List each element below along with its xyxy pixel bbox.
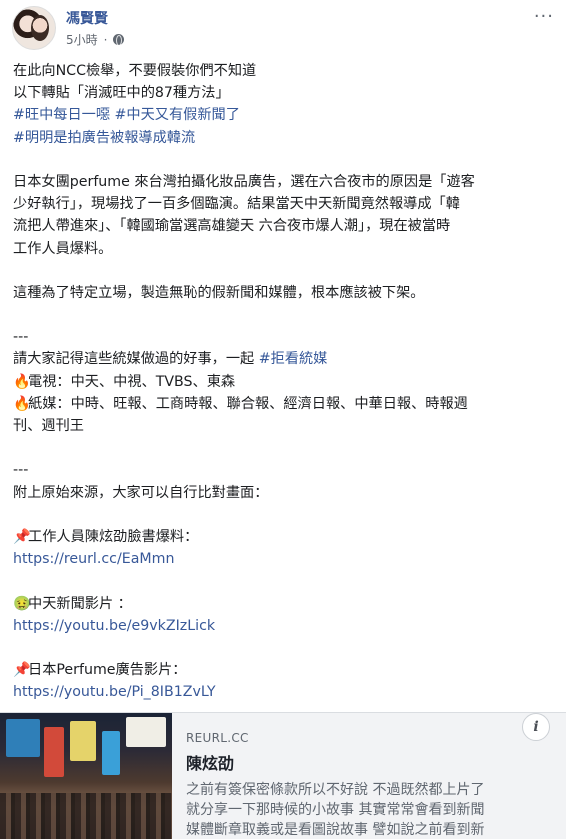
hashtag-line: #明明是拍廣告被報導成韓流	[13, 127, 553, 149]
post-text-line: 刊、週刊王	[13, 418, 84, 434]
post-text-line: 日本女團perfume 來台灣拍攝化妝品廣告，選在六合夜市的原因是「遊客	[13, 173, 475, 190]
sign-shape	[44, 727, 64, 777]
post-text: 紙媒：中時、旺報、工商時報、聯合報、經濟日報、中華日報、時報週	[28, 395, 468, 412]
preview-domain: REURL.CC	[186, 731, 249, 745]
sign-shape	[6, 719, 40, 757]
fire-icon: 🔥	[13, 373, 31, 390]
emoji-line: 📌日本Perfume廣告影片：	[13, 659, 553, 681]
hashtag-link[interactable]: #中天又有假新聞了	[115, 107, 240, 123]
url-line: https://youtu.be/Pi_8IB1ZvLY	[13, 681, 553, 703]
preview-description: 之前有簽保密條款所以不好說 不過既然都上片了 就分享一下那時候的小故事 其實常常會…	[186, 780, 552, 840]
post-meta: 5小時 ·	[66, 31, 125, 48]
more-options-icon[interactable]: ···	[534, 6, 554, 27]
hashtag-link[interactable]: #明明是拍廣告被報導成韓流	[13, 130, 195, 146]
sign-shape	[126, 717, 166, 747]
post-text-line: ---	[13, 329, 29, 346]
sign-shape	[70, 721, 96, 761]
sick-icon: 🤢	[13, 595, 31, 612]
fire-icon: 🔥	[13, 395, 31, 412]
preview-description-line: 就分享一下那時候的小故事 其實常常會看到新聞	[186, 802, 485, 818]
crowd-shape	[0, 793, 172, 839]
post-text-line: 流把人帶進來」、「韓國瑜當選高雄變天 六合夜市爆人潮」，現在被當時	[13, 218, 451, 235]
post-text: 工作人員陳炫劭臉書爆料：	[28, 528, 199, 545]
emoji-line: 🤢中天新聞影片 ：	[13, 593, 553, 615]
preview-title[interactable]: 陳炫劭	[186, 750, 552, 774]
emoji-line: 🔥電視：中天、中視、TVBS、東森	[13, 371, 553, 393]
sign-shape	[102, 731, 120, 775]
globe-icon[interactable]	[113, 34, 125, 46]
post-text-line: 工作人員爆料。	[13, 240, 113, 257]
post-text-line: 請大家記得這些統媒做過的好事，一起 #拒看統媒	[13, 348, 553, 370]
url-line: https://reurl.cc/EaMmn	[13, 548, 553, 570]
pin-icon: 📌	[13, 662, 31, 679]
emoji-line: 📌工作人員陳炫劭臉書爆料：	[13, 526, 553, 548]
post-text-line: 附上原始來源，大家可以自行比對畫面：	[13, 484, 269, 501]
post-text: 日本Perfume廣告影片：	[28, 662, 187, 679]
preview-text: REURL.CC 陳炫劭 之前有簽保密條款所以不好說 不過既然都上片了 就分享一下…	[186, 731, 552, 840]
url-link[interactable]: https://reurl.cc/EaMmn	[13, 551, 174, 567]
avatar[interactable]	[12, 6, 56, 50]
preview-description-line: 之前有簽保密條款所以不好說 不過既然都上片了	[186, 782, 485, 798]
emoji-line: 🔥紙媒：中時、旺報、工商時報、聯合報、經濟日報、中華日報、時報週	[13, 393, 553, 415]
hashtag-line: #旺中每日一噁 #中天又有假新聞了	[13, 104, 553, 126]
post-text-line: 這種為了特定立場，製造無恥的假新聞和媒體，根本應該被下架。	[13, 284, 425, 301]
post-text-line: 以下轉貼「消滅旺中的87種方法」	[13, 85, 230, 102]
post-text: 中天新聞影片 ：	[28, 595, 132, 612]
preview-thumbnail[interactable]	[0, 713, 172, 839]
post-body: 在此向NCC檢舉，不要假裝你們不知道 以下轉貼「消滅旺中的87種方法」 #旺中每日一…	[13, 60, 553, 703]
hashtag-link[interactable]: #旺中每日一噁	[13, 107, 110, 123]
url-line: https://youtu.be/e9vkZIzLick	[13, 615, 553, 637]
url-link[interactable]: https://youtu.be/e9vkZIzLick	[13, 618, 215, 634]
info-icon[interactable]: i	[522, 713, 550, 741]
preview-description-line: 媒體斷章取義或是看圖說故事 譬如說之前看到新	[186, 822, 485, 838]
url-link[interactable]: https://youtu.be/Pi_8IB1ZvLY	[13, 684, 216, 700]
post-text: 請大家記得這些統媒做過的好事，一起	[13, 351, 259, 368]
link-preview[interactable]: REURL.CC 陳炫劭 之前有簽保密條款所以不好說 不過既然都上片了 就分享一下…	[0, 712, 566, 839]
pin-icon: 📌	[13, 528, 31, 545]
author-name[interactable]: 馮賢賢	[66, 8, 108, 28]
post-text-line: ---	[13, 462, 29, 479]
hashtag-link[interactable]: #拒看統媒	[259, 351, 328, 367]
timestamp[interactable]: 5小時	[66, 31, 98, 48]
post-text: 電視：中天、中視、TVBS、東森	[28, 373, 236, 390]
post-header: 馮賢賢 5小時 · ···	[0, 0, 566, 60]
separator: ·	[103, 32, 108, 47]
post-text-line: 在此向NCC檢舉，不要假裝你們不知道	[13, 63, 257, 79]
post-text-line: 少好執行」，現場找了一百多個臨演。結果當天中天新聞竟然報導成「韓	[13, 196, 460, 213]
